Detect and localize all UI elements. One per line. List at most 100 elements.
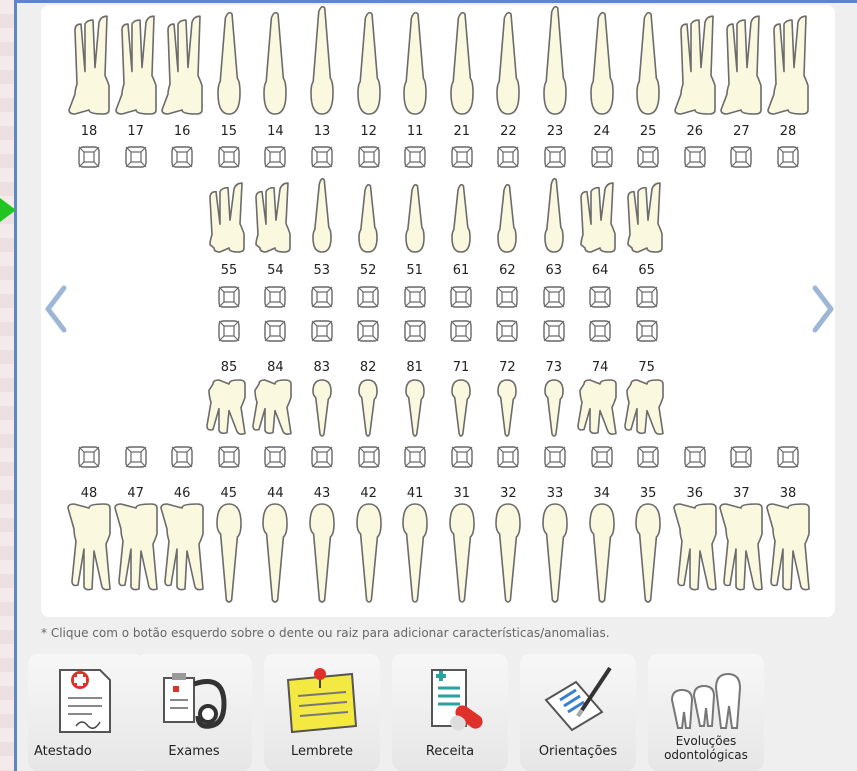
tooth-25[interactable]: [633, 8, 663, 116]
tooth-18[interactable]: [67, 8, 111, 116]
tooth-64[interactable]: [580, 180, 617, 254]
tooth-face-23[interactable]: [544, 146, 566, 168]
tooth-face-36[interactable]: [684, 446, 706, 468]
tooth-27[interactable]: [719, 8, 763, 116]
tooth-face-22[interactable]: [497, 146, 520, 168]
next-chart-button[interactable]: [805, 284, 839, 334]
tooth-48[interactable]: [66, 502, 112, 602]
evolucoes-button[interactable]: Evoluções odontológicas: [648, 654, 764, 771]
tooth-15[interactable]: [214, 8, 244, 116]
tooth-face-52[interactable]: [357, 320, 379, 342]
tooth-23[interactable]: [540, 5, 570, 116]
tooth-81[interactable]: [402, 378, 428, 437]
tooth-12[interactable]: [354, 8, 384, 116]
tooth-73[interactable]: [541, 378, 567, 437]
tooth-44[interactable]: [259, 502, 291, 603]
tooth-face-53[interactable]: [311, 320, 333, 342]
tooth-61[interactable]: [448, 180, 474, 254]
tooth-face-42[interactable]: [357, 446, 380, 468]
tooth-face-63[interactable]: [543, 286, 565, 308]
tooth-face-55[interactable]: [218, 320, 240, 342]
tooth-45[interactable]: [213, 502, 245, 603]
tooth-face-11[interactable]: [404, 146, 426, 168]
tooth-face-31[interactable]: [451, 446, 473, 468]
tooth-face-62[interactable]: [496, 320, 519, 342]
tooth-face-34[interactable]: [590, 446, 613, 468]
tooth-16[interactable]: [160, 8, 204, 116]
tooth-71[interactable]: [448, 378, 474, 437]
tooth-52[interactable]: [355, 180, 381, 254]
tooth-28[interactable]: [766, 8, 810, 116]
tooth-face-62[interactable]: [496, 286, 519, 308]
tooth-54[interactable]: [255, 180, 292, 254]
tooth-face-26[interactable]: [684, 146, 706, 168]
tooth-51[interactable]: [402, 180, 428, 254]
tooth-face-33[interactable]: [544, 446, 566, 468]
previous-chart-button[interactable]: [40, 284, 74, 334]
tooth-face-12[interactable]: [357, 146, 380, 168]
tooth-47[interactable]: [113, 502, 159, 602]
tooth-36[interactable]: [672, 502, 718, 602]
tooth-face-32[interactable]: [497, 446, 520, 468]
tooth-face-16[interactable]: [171, 146, 193, 168]
tooth-face-25[interactable]: [637, 146, 659, 168]
tooth-face-45[interactable]: [218, 446, 240, 468]
tooth-face-17[interactable]: [124, 146, 147, 168]
tooth-26[interactable]: [673, 8, 717, 116]
tooth-face-24[interactable]: [590, 146, 613, 168]
receita-button[interactable]: Receita: [392, 654, 508, 771]
tooth-face-46[interactable]: [171, 446, 193, 468]
tooth-face-61[interactable]: [450, 286, 472, 308]
tooth-41[interactable]: [399, 502, 431, 603]
tooth-55[interactable]: [209, 180, 246, 254]
tooth-82[interactable]: [355, 378, 381, 437]
tooth-face-41[interactable]: [404, 446, 426, 468]
tooth-34[interactable]: [586, 502, 618, 603]
tooth-face-38[interactable]: [777, 446, 799, 468]
tooth-38[interactable]: [765, 502, 811, 602]
tooth-14[interactable]: [260, 8, 290, 116]
tooth-37[interactable]: [718, 502, 764, 602]
tooth-face-13[interactable]: [311, 146, 333, 168]
tooth-83[interactable]: [309, 378, 335, 437]
tooth-face-37[interactable]: [730, 446, 753, 468]
tooth-face-35[interactable]: [637, 446, 659, 468]
tooth-17[interactable]: [114, 8, 158, 116]
tooth-face-47[interactable]: [124, 446, 147, 468]
tooth-42[interactable]: [353, 502, 385, 603]
tooth-85[interactable]: [206, 378, 247, 436]
tooth-13[interactable]: [307, 5, 337, 116]
orientacoes-button[interactable]: Orientações: [520, 654, 636, 771]
tooth-face-44[interactable]: [264, 446, 287, 468]
tooth-face-18[interactable]: [78, 146, 100, 168]
tooth-face-21[interactable]: [451, 146, 473, 168]
exames-button[interactable]: Exames: [136, 654, 252, 771]
tooth-face-15[interactable]: [218, 146, 240, 168]
tooth-face-54[interactable]: [264, 286, 287, 308]
tooth-63[interactable]: [541, 177, 567, 254]
tooth-32[interactable]: [492, 502, 524, 603]
tooth-53[interactable]: [309, 177, 335, 254]
tooth-face-65[interactable]: [635, 286, 658, 308]
tooth-face-64[interactable]: [589, 286, 611, 308]
tooth-face-64[interactable]: [589, 320, 611, 342]
tooth-face-52[interactable]: [357, 286, 379, 308]
tooth-face-61[interactable]: [450, 320, 472, 342]
tooth-46[interactable]: [159, 502, 205, 602]
tooth-74[interactable]: [577, 378, 618, 436]
tooth-24[interactable]: [587, 8, 617, 116]
lembrete-button[interactable]: Lembrete: [264, 654, 380, 771]
tooth-22[interactable]: [493, 8, 523, 116]
tooth-face-27[interactable]: [730, 146, 753, 168]
tooth-face-51[interactable]: [403, 286, 426, 308]
tooth-75[interactable]: [623, 378, 665, 436]
tooth-face-51[interactable]: [403, 320, 426, 342]
tooth-face-28[interactable]: [777, 146, 799, 168]
tooth-face-14[interactable]: [264, 146, 287, 168]
tooth-face-55[interactable]: [218, 286, 240, 308]
tooth-face-54[interactable]: [264, 320, 287, 342]
tooth-face-65[interactable]: [635, 320, 658, 342]
tooth-33[interactable]: [539, 502, 571, 603]
tooth-21[interactable]: [447, 8, 477, 116]
tooth-face-48[interactable]: [78, 446, 100, 468]
